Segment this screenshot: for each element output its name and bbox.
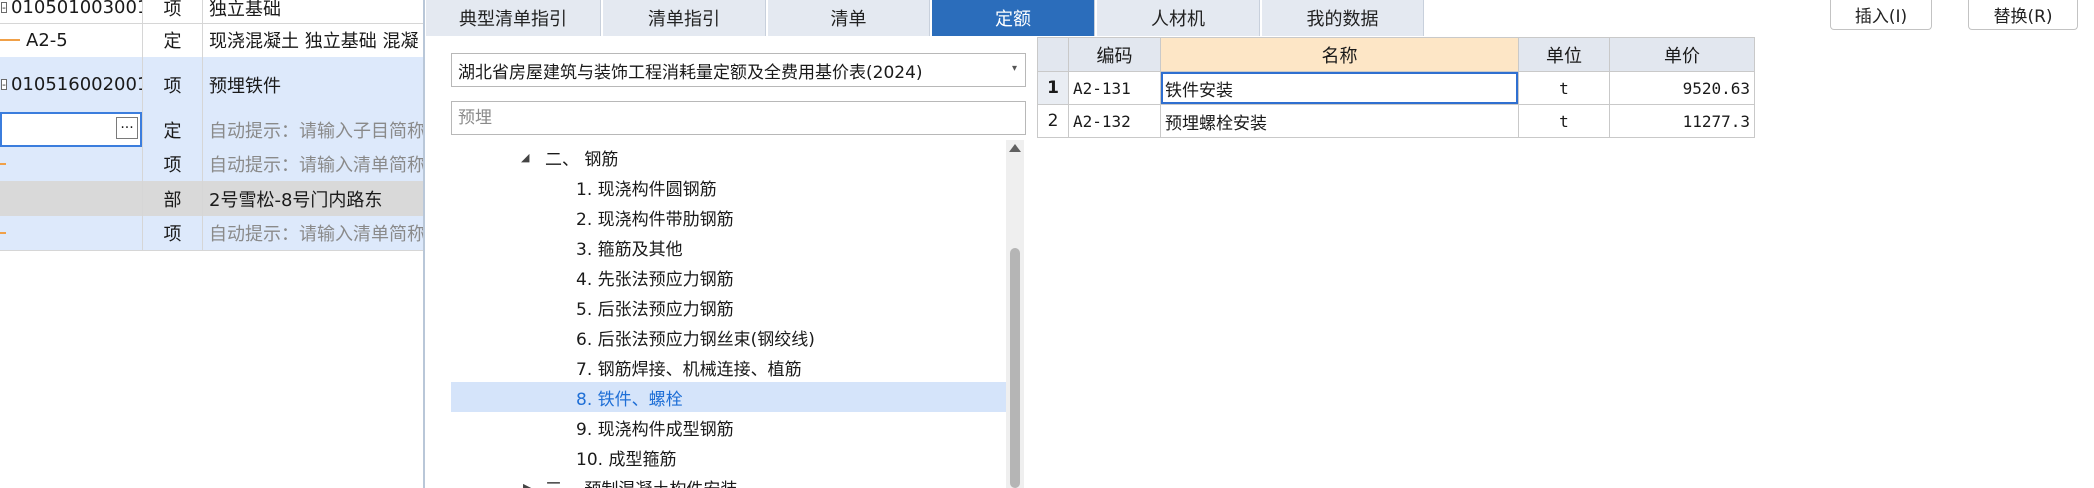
tree-node-label: 4. 先张法预应力钢筋 — [576, 269, 734, 290]
row-type: 项 — [143, 0, 203, 23]
tree-node[interactable]: 2. 现浇构件带肋钢筋 — [451, 202, 1006, 232]
tree-node[interactable]: 7. 钢筋焊接、机械连接、植筋 — [451, 352, 1006, 382]
table-row[interactable]: 项 自动提示：请输入清单简称 — [0, 147, 423, 182]
tree-connector-icon — [0, 39, 20, 41]
table-row[interactable]: -010501003001 项 独立基础 — [0, 0, 423, 24]
tree-node-label: 10. 成型箍筋 — [576, 449, 677, 470]
row-type: 定 — [143, 112, 203, 147]
tree-node-label: 8. 铁件、螺栓 — [576, 389, 683, 410]
tree-node[interactable]: ◢ 二、 钢筋 — [451, 142, 1006, 172]
chapter-tree: ◢ 二、 钢筋 1. 现浇构件圆钢筋 2. 现浇构件带肋钢筋 3. 箍筋及其他 … — [451, 140, 1006, 488]
tab-typical-bill-guide[interactable]: 典型清单指引 — [426, 0, 601, 36]
quota-table: 编码 名称 单位 单价 1 A2-131 铁件安装 t 9520.63 2 A2… — [1037, 37, 1755, 138]
tab-labor-material-machine[interactable]: 人材机 — [1097, 0, 1260, 36]
row-name: 2号雪松-8号门内路东 — [209, 189, 383, 211]
collapsed-arrow-icon[interactable]: ▶ — [523, 481, 531, 488]
tab-bill-guide[interactable]: 清单指引 — [603, 0, 766, 36]
quota-unit: t — [1518, 71, 1610, 105]
quota-name[interactable]: 预埋螺栓安装 — [1160, 104, 1519, 138]
tree-node[interactable]: 1. 现浇构件圆钢筋 — [451, 172, 1006, 202]
row-type: 项 — [143, 57, 203, 112]
column-header-name[interactable]: 名称 — [1160, 37, 1519, 72]
row-name: 独立基础 — [209, 0, 281, 20]
tree-node[interactable]: 4. 先张法预应力钢筋 — [451, 262, 1006, 292]
table-row[interactable]: 1 A2-131 铁件安装 t 9520.63 — [1037, 71, 1755, 105]
row-hint: 自动提示：请输入清单简称 — [209, 224, 423, 245]
tree-node-label: 9. 现浇构件成型钢筋 — [576, 419, 734, 440]
tree-node[interactable]: ▶ 三、 预制混凝土构件安装 — [451, 472, 1006, 488]
quota-code: A2-132 — [1068, 104, 1161, 138]
more-button[interactable]: ··· — [116, 117, 138, 139]
code-input-cell[interactable]: ··· — [0, 112, 143, 147]
row-name: 现浇混凝土 独立基础 混凝 — [209, 31, 419, 52]
scroll-up-icon[interactable] — [1009, 144, 1021, 152]
tree-node-label: 二、 钢筋 — [545, 149, 619, 170]
tree-connector-icon — [0, 163, 6, 165]
tree-node-selected[interactable]: 8. 铁件、螺栓 — [451, 382, 1006, 412]
tab-bar: 典型清单指引 清单指引 清单 定额 人材机 我的数据 插入(I) 替换(R) — [426, 0, 2094, 37]
row-number-header — [1037, 37, 1069, 72]
quota-name[interactable]: 铁件安装 — [1160, 71, 1519, 105]
row-type: 定 — [143, 23, 203, 57]
tree-node[interactable]: 5. 后张法预应力钢筋 — [451, 292, 1006, 322]
tab-bill[interactable]: 清单 — [768, 0, 930, 36]
tree-node[interactable]: 3. 箍筋及其他 — [451, 232, 1006, 262]
replace-button[interactable]: 替换(R) — [1968, 0, 2078, 30]
row-type: 部 — [143, 181, 203, 216]
column-header-unit[interactable]: 单位 — [1518, 37, 1610, 72]
table-header-row: 编码 名称 单位 单价 — [1037, 37, 1755, 72]
tree-node-label: 3. 箍筋及其他 — [576, 239, 683, 260]
quota-library-value: 湖北省房屋建筑与装饰工程消耗量定额及全费用基价表(2024) — [458, 62, 923, 83]
tree-node-label: 1. 现浇构件圆钢筋 — [576, 179, 717, 200]
tree-node[interactable]: 9. 现浇构件成型钢筋 — [451, 412, 1006, 442]
tree-connector-icon — [0, 232, 6, 234]
search-input[interactable] — [451, 101, 1026, 135]
tree-node[interactable]: 10. 成型箍筋 — [451, 442, 1006, 472]
row-number: 2 — [1037, 104, 1069, 138]
quota-code: A2-131 — [1068, 71, 1161, 105]
table-row[interactable]: -010516002001 项 预埋铁件 — [0, 57, 423, 113]
insert-button[interactable]: 插入(I) — [1830, 0, 1932, 30]
row-number: 1 — [1037, 71, 1069, 105]
tab-quota[interactable]: 定额 — [932, 0, 1095, 36]
row-hint: 自动提示：请输入清单简称 — [209, 155, 423, 176]
row-code: 010516002001 — [10, 74, 143, 95]
row-type: 项 — [143, 216, 203, 250]
budget-grid: -010501003001 项 独立基础 A2-5 定 现浇混凝土 独立基础 混… — [0, 0, 423, 488]
tree-node-label: 三、 预制混凝土构件安装 — [545, 475, 737, 488]
collapse-icon[interactable]: - — [1, 2, 7, 13]
table-row[interactable]: 部 2号雪松-8号门内路东 — [0, 181, 423, 217]
table-row[interactable]: A2-5 定 现浇混凝土 独立基础 混凝 — [0, 23, 423, 58]
quota-library-select[interactable]: 湖北省房屋建筑与装饰工程消耗量定额及全费用基价表(2024) ▾ — [451, 53, 1026, 87]
row-type: 项 — [143, 147, 203, 181]
quota-unit: t — [1518, 104, 1610, 138]
row-code: A2-5 — [26, 29, 68, 51]
tree-node-label: 2. 现浇构件带肋钢筋 — [576, 209, 734, 230]
row-name: 预埋铁件 — [209, 75, 281, 97]
panel-splitter[interactable] — [423, 0, 425, 488]
column-header-price[interactable]: 单价 — [1609, 37, 1755, 72]
row-code: 010501003001 — [10, 0, 143, 18]
expanded-arrow-icon[interactable]: ◢ — [521, 151, 529, 164]
table-row[interactable]: 项 自动提示：请输入清单简称 — [0, 216, 423, 251]
chevron-down-icon: ▾ — [1011, 63, 1017, 74]
collapse-icon[interactable]: - — [1, 79, 7, 90]
row-hint: 自动提示：请输入子目简称 — [209, 120, 423, 142]
tab-my-data[interactable]: 我的数据 — [1262, 0, 1424, 36]
tree-node-label: 6. 后张法预应力钢丝束(钢绞线) — [576, 329, 815, 350]
tree-node-label: 7. 钢筋焊接、机械连接、植筋 — [576, 359, 802, 380]
quota-price: 11277.3 — [1609, 104, 1755, 138]
tree-node-label: 5. 后张法预应力钢筋 — [576, 299, 734, 320]
tree-scrollbar[interactable] — [1006, 140, 1024, 488]
scrollbar-thumb[interactable] — [1010, 248, 1020, 488]
table-row[interactable]: ··· 定 自动提示：请输入子目简称 — [0, 112, 423, 148]
table-row[interactable]: 2 A2-132 预埋螺栓安装 t 11277.3 — [1037, 104, 1755, 138]
quota-price: 9520.63 — [1609, 71, 1755, 105]
tree-node[interactable]: 6. 后张法预应力钢丝束(钢绞线) — [451, 322, 1006, 352]
column-header-code[interactable]: 编码 — [1068, 37, 1161, 72]
